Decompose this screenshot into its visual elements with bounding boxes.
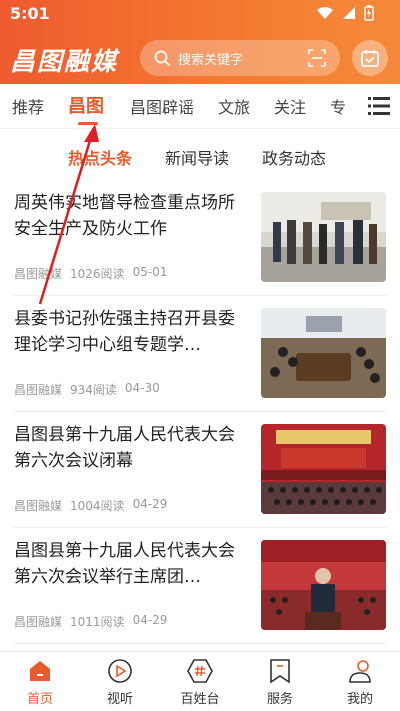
bookmark-icon [270, 659, 290, 684]
news-source: 昌图融媒 [14, 383, 63, 397]
list-item[interactable]: 县委书记孙佐强主持召开县委理论学习中心组专题学… 昌图融媒 934阅读 04-3… [14, 296, 386, 412]
news-thumbnail [261, 424, 386, 514]
search-input[interactable]: 搜索关键字 [140, 40, 340, 76]
news-thumbnail [261, 540, 386, 630]
tab-culture-tourism[interactable]: 文旅 [218, 94, 250, 118]
calendar-button[interactable] [352, 40, 388, 76]
news-date: 04-29 [132, 497, 168, 511]
app-logo: 昌图融媒 [10, 47, 119, 76]
news-source: 昌图融媒 [14, 499, 63, 513]
tab-special[interactable]: 专 [330, 94, 346, 118]
nav-label: 服务 [266, 692, 293, 707]
nav-label: 我的 [346, 692, 373, 707]
news-list: 周英伟实地督导检查重点场所安全生产及防火工作 昌图融媒 1026阅读 05-01 [0, 180, 400, 644]
nav-people[interactable]: 百姓台 [170, 656, 230, 707]
news-meta: 昌图融媒 934阅读 04-30 [14, 381, 160, 398]
menu-icon[interactable] [368, 96, 390, 116]
list-item[interactable]: 昌图县第十九届人民代表大会第六次会议闭幕 昌图融媒 1004阅读 04-29 [14, 412, 386, 528]
list-item[interactable]: 昌图县第十九届人民代表大会第六次会议举行主席团… 昌图融媒 1011阅读 04-… [14, 528, 386, 644]
nav-label: 视听 [106, 692, 133, 707]
status-bar: 5:01 [0, 0, 400, 28]
status-time: 5:01 [10, 4, 50, 23]
tab-recommend[interactable]: 推荐 [12, 94, 44, 118]
play-icon [108, 659, 132, 683]
search-placeholder: 搜索关键字 [178, 52, 244, 68]
nav-label: 百姓台 [180, 692, 220, 707]
signal-icon [343, 7, 355, 19]
tab-indicator [78, 122, 98, 125]
bottom-nav: 首页 视听 百姓台 服务 我的 [0, 651, 400, 711]
news-title: 周英伟实地督导检查重点场所安全生产及防火工作 [14, 193, 235, 239]
nav-video[interactable]: 视听 [90, 656, 150, 707]
news-reads: 1004阅读 [70, 499, 125, 513]
hashtag-icon [187, 659, 213, 683]
nav-home[interactable]: 首页 [10, 656, 70, 707]
news-meta: 昌图融媒 1026阅读 05-01 [14, 265, 167, 282]
subtab-news-guide[interactable]: 新闻导读 [165, 145, 229, 169]
news-date: 05-01 [132, 265, 168, 279]
calendar-check-icon [361, 50, 379, 67]
nav-mine[interactable]: 我的 [330, 656, 390, 707]
subtab-hot-headlines[interactable]: 热点头条 [68, 145, 132, 169]
subtab-government-news[interactable]: 政务动态 [262, 145, 326, 169]
app-header: 5:01 昌图融媒 搜索关键字 [0, 0, 400, 84]
profile-icon [349, 660, 371, 683]
scan-icon[interactable] [308, 49, 326, 67]
wifi-icon [317, 7, 333, 19]
news-date: 04-29 [132, 613, 168, 627]
search-icon [154, 50, 170, 66]
news-thumbnail [261, 308, 386, 398]
news-meta: 昌图融媒 1011阅读 04-29 [14, 613, 167, 630]
status-icons [316, 5, 374, 21]
news-reads: 1026阅读 [70, 267, 125, 281]
news-meta: 昌图融媒 1004阅读 04-29 [14, 497, 167, 514]
nav-service[interactable]: 服务 [250, 656, 310, 707]
tab-changtu[interactable]: 昌图 [68, 92, 104, 118]
news-thumbnail [261, 192, 386, 282]
nav-label: 首页 [26, 692, 53, 707]
news-reads: 934阅读 [70, 383, 117, 397]
news-title: 昌图县第十九届人民代表大会第六次会议闭幕 [14, 425, 235, 471]
news-reads: 1011阅读 [70, 615, 125, 629]
sub-tabs: 热点头条 新闻导读 政务动态 [0, 128, 400, 180]
news-source: 昌图融媒 [14, 615, 63, 629]
news-title: 县委书记孙佐强主持召开县委理论学习中心组专题学… [14, 309, 235, 355]
news-date: 04-30 [124, 381, 160, 395]
channel-tabs: 推荐 昌图 昌图辟谣 文旅 关注 专 [0, 84, 400, 128]
tab-rumor-debunk[interactable]: 昌图辟谣 [130, 94, 194, 118]
news-source: 昌图融媒 [14, 267, 63, 281]
tab-follow[interactable]: 关注 [274, 94, 306, 118]
battery-icon [364, 5, 374, 21]
home-icon [30, 661, 50, 681]
news-title: 昌图县第十九届人民代表大会第六次会议举行主席团… [14, 541, 235, 587]
list-item[interactable]: 周英伟实地督导检查重点场所安全生产及防火工作 昌图融媒 1026阅读 05-01 [14, 180, 386, 296]
